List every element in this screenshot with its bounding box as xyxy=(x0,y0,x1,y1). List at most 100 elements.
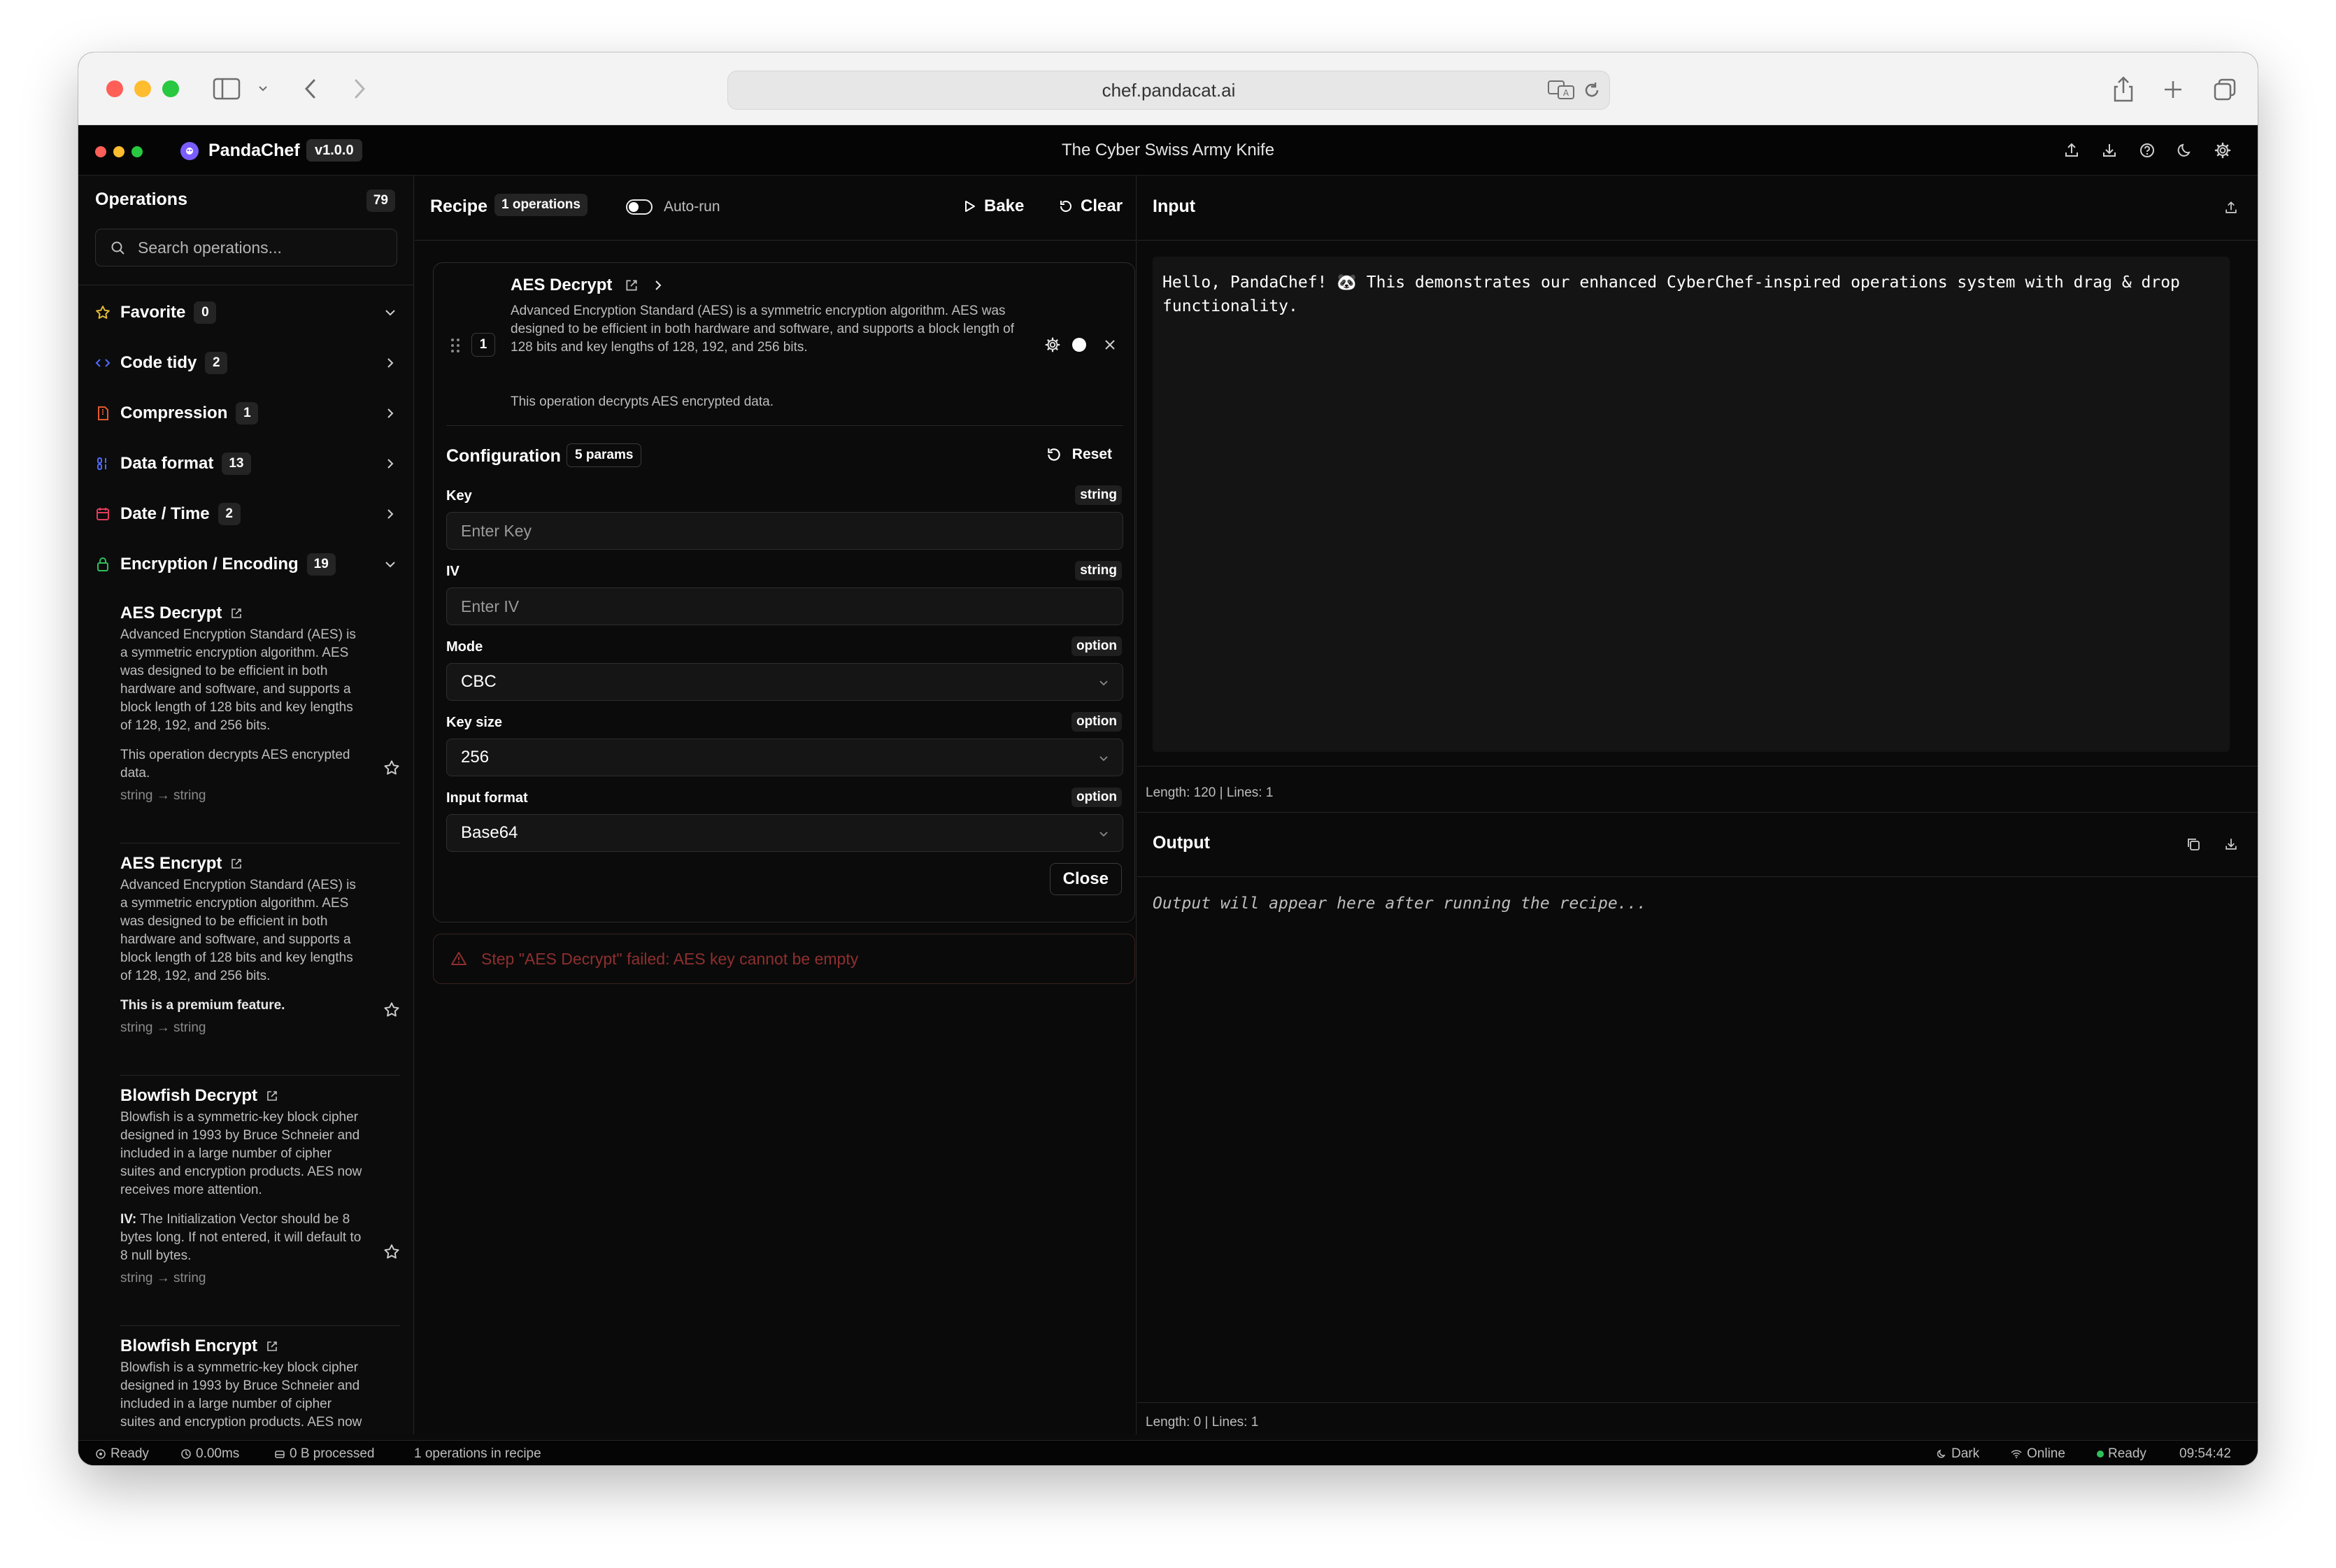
favorite-star-icon[interactable] xyxy=(383,759,401,777)
chevron-right-icon xyxy=(387,509,394,519)
close-config-button[interactable]: Close xyxy=(1049,863,1122,895)
copy-icon[interactable] xyxy=(2185,836,2202,853)
status-ops-in-recipe: 1 operations in recipe xyxy=(414,1446,541,1461)
autorun-toggle[interactable] xyxy=(626,199,653,215)
moon-icon[interactable] xyxy=(2175,141,2195,160)
clock-icon xyxy=(181,1449,191,1459)
recipe-panel: Recipe 1 operations Auto-run Bake Clear … xyxy=(415,176,1137,1434)
address-bar[interactable]: chef.pandacat.ai xyxy=(727,71,1610,110)
share-icon[interactable] xyxy=(2112,75,2135,103)
operation-extra: This is a premium feature. xyxy=(120,998,285,1013)
minimize-window-button[interactable] xyxy=(134,80,151,97)
operation-extra-text: The Initialization Vector should be 8 by… xyxy=(120,1212,362,1263)
reload-icon[interactable] xyxy=(1582,80,1602,100)
operation-blowfish-encrypt[interactable]: Blowfish Encrypt Blowfish is a symmetric… xyxy=(120,1335,400,1432)
category-label: Compression xyxy=(120,404,228,422)
external-link-icon[interactable] xyxy=(230,857,243,870)
input-text[interactable]: Hello, PandaChef! 🐼 This demonstrates ou… xyxy=(1162,271,2225,318)
category-code-tidy[interactable]: Code tidy 2 xyxy=(94,349,399,377)
new-tab-icon[interactable] xyxy=(2163,79,2184,100)
chevron-down-icon[interactable] xyxy=(257,83,269,94)
mode-select[interactable]: CBC xyxy=(446,663,1123,701)
output-download-icon[interactable] xyxy=(2223,836,2239,853)
svg-text:A: A xyxy=(1563,88,1569,98)
lock-icon xyxy=(94,555,112,573)
category-label: Favorite xyxy=(120,303,186,322)
param-type-badge: option xyxy=(1071,787,1122,807)
chevron-down-icon xyxy=(385,562,395,568)
upload-icon[interactable] xyxy=(2062,141,2081,160)
status-bar: Ready 0.00ms 0 B processed 1 operations … xyxy=(78,1440,2258,1465)
close-window-button[interactable] xyxy=(106,80,123,97)
input-format-select[interactable]: Base64 xyxy=(446,814,1123,852)
close-label: Close xyxy=(1062,869,1109,888)
search-operations-input[interactable]: Search operations... xyxy=(95,229,397,266)
favorite-star-icon[interactable] xyxy=(383,1001,401,1019)
bake-button[interactable]: Bake xyxy=(962,197,1024,216)
param-label-key-size: Key size xyxy=(446,715,503,730)
zoom-window-button[interactable] xyxy=(162,80,179,97)
chevron-right-icon[interactable] xyxy=(651,278,665,292)
download-icon[interactable] xyxy=(2100,141,2119,160)
step-title: AES Decrypt xyxy=(511,276,613,294)
back-arrow-icon[interactable] xyxy=(302,78,319,100)
category-encryption-encoding[interactable]: Encryption / Encoding 19 xyxy=(94,550,399,578)
external-link-icon[interactable] xyxy=(266,1090,278,1102)
output-placeholder[interactable]: Output will appear here after running th… xyxy=(1153,895,1646,913)
operation-aes-decrypt[interactable]: AES Decrypt Advanced Encryption Standard… xyxy=(120,602,400,804)
favorite-star-icon[interactable] xyxy=(383,1243,401,1261)
forward-arrow-icon[interactable] xyxy=(351,78,368,100)
status-processed: 0 B processed xyxy=(274,1446,374,1462)
key-size-value: 256 xyxy=(461,748,490,767)
settings-gear-icon[interactable] xyxy=(2213,141,2232,160)
status-theme[interactable]: Dark xyxy=(1936,1446,1979,1462)
drag-handle-icon[interactable] xyxy=(449,336,462,355)
category-favorite[interactable]: Favorite 0 xyxy=(94,299,399,327)
operation-divider xyxy=(120,1075,400,1076)
category-date-time[interactable]: Date / Time 2 xyxy=(94,500,399,528)
status-state-label: Ready xyxy=(2108,1446,2146,1461)
help-icon[interactable] xyxy=(2137,141,2157,160)
category-label: Code tidy xyxy=(120,353,197,372)
category-count: 2 xyxy=(218,503,241,525)
category-data-format[interactable]: Data format 13 xyxy=(94,450,399,478)
tab-overview-icon[interactable] xyxy=(2213,78,2237,101)
key-input[interactable]: Enter Key xyxy=(446,512,1123,550)
reset-button[interactable]: Reset xyxy=(1046,446,1112,463)
iv-input[interactable]: Enter IV xyxy=(446,587,1123,625)
search-icon xyxy=(111,241,124,255)
translate-icon[interactable]: A xyxy=(1547,79,1575,100)
sidebar-title: Operations xyxy=(95,190,187,209)
step-enable-toggle[interactable] xyxy=(1072,338,1086,352)
operation-title: Blowfish Decrypt xyxy=(120,1086,258,1105)
app-titlebar: PandaChef v1.0.0 The Cyber Swiss Army Kn… xyxy=(78,125,2258,176)
external-link-icon[interactable] xyxy=(230,607,243,620)
key-size-select[interactable]: 256 xyxy=(446,739,1123,776)
chevron-down-icon xyxy=(385,310,395,316)
close-icon[interactable] xyxy=(1102,337,1118,352)
chevron-right-icon xyxy=(387,358,394,368)
output-header-divider xyxy=(1137,876,2258,877)
input-upload-icon[interactable] xyxy=(2223,199,2239,216)
input-textarea[interactable] xyxy=(1153,257,2230,752)
operation-blowfish-decrypt[interactable]: Blowfish Decrypt Blowfish is a symmetric… xyxy=(120,1085,400,1286)
search-placeholder: Search operations... xyxy=(138,238,282,257)
chevron-down-icon xyxy=(1099,756,1108,762)
step-extra: This operation decrypts AES encrypted da… xyxy=(511,394,774,409)
key-input-placeholder: Enter Key xyxy=(461,521,532,540)
bake-label: Bake xyxy=(984,197,1025,215)
step-settings-gear-icon[interactable] xyxy=(1044,336,1062,354)
category-count: 13 xyxy=(222,452,251,475)
param-label-input-format: Input format xyxy=(446,790,528,806)
status-processed-label: 0 B processed xyxy=(290,1446,375,1461)
file-zip-icon xyxy=(94,404,112,422)
external-link-icon[interactable] xyxy=(625,278,639,292)
clear-button[interactable]: Clear xyxy=(1058,197,1123,216)
operation-types: string → string xyxy=(120,1271,206,1285)
external-link-icon[interactable] xyxy=(266,1340,278,1353)
step-description: Advanced Encryption Standard (AES) is a … xyxy=(511,304,1015,355)
operation-extra: IV: The Initialization Vector should be … xyxy=(120,1211,365,1265)
category-compression[interactable]: Compression 1 xyxy=(94,399,399,427)
sidebar-toggle-icon[interactable] xyxy=(213,78,241,100)
operation-aes-encrypt[interactable]: AES Encrypt Advanced Encryption Standard… xyxy=(120,853,400,1036)
